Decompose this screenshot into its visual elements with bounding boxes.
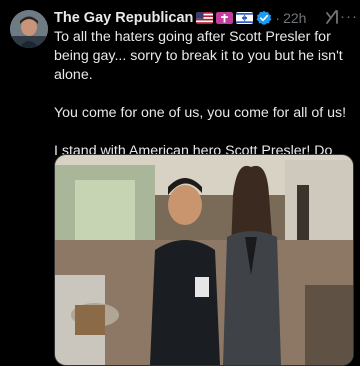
- photo-image: [55, 155, 353, 365]
- verified-icon[interactable]: [256, 10, 272, 26]
- more-options-icon[interactable]: ···: [340, 8, 358, 25]
- post-paragraph: You come for one of us, you come for all…: [54, 105, 347, 121]
- post-paragraph: To all the haters going after Scott Pres…: [54, 29, 343, 83]
- israel-flag-icon: [236, 12, 254, 24]
- us-flag-icon: [196, 12, 214, 24]
- display-name[interactable]: The Gay Republican: [54, 10, 193, 26]
- timestamp[interactable]: 22h: [283, 10, 306, 26]
- post-header: The Gay Republican · 22h: [54, 8, 352, 28]
- avatar[interactable]: [10, 10, 48, 48]
- cross-icon: [216, 12, 234, 24]
- post[interactable]: The Gay Republican · 22h ··· To all the …: [0, 0, 360, 366]
- post-photo[interactable]: [54, 154, 354, 366]
- separator-dot: ·: [275, 10, 281, 26]
- grok-icon[interactable]: [324, 9, 340, 25]
- avatar-image: [10, 10, 48, 48]
